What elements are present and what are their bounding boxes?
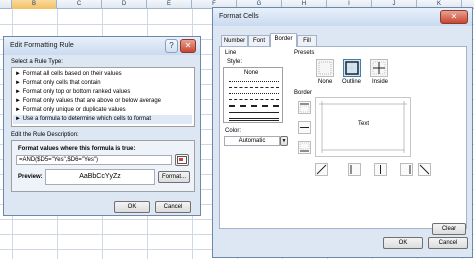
border-right-button[interactable] xyxy=(400,163,413,176)
tab-number[interactable]: Number xyxy=(221,35,248,46)
rule-type-item[interactable]: ► Format only cells that contain xyxy=(15,79,191,88)
rule-type-item[interactable]: ► Format only top or bottom ranked value… xyxy=(15,88,191,97)
border-top-button[interactable] xyxy=(298,101,311,114)
cancel-button[interactable]: Cancel xyxy=(428,237,468,249)
close-icon[interactable]: ✕ xyxy=(440,10,468,24)
rule-type-item-selected[interactable]: ► Use a formula to determine which cells… xyxy=(13,115,192,124)
line-group-label: Line xyxy=(225,50,237,56)
color-select[interactable]: Automatic xyxy=(224,136,280,146)
dialog-titlebar[interactable]: Format Cells ✕ xyxy=(213,8,472,26)
preset-outline-label: Outline xyxy=(342,79,362,85)
column-header[interactable]: D xyxy=(102,0,147,9)
preset-inside-label: Inside xyxy=(372,79,389,85)
clear-button[interactable]: Clear xyxy=(432,223,466,235)
color-label: Color: xyxy=(225,128,242,134)
format-cells-dialog: Format Cells ✕ Number Font Border Fill L… xyxy=(212,7,473,258)
dialog-title: Edit Formatting Rule xyxy=(10,42,74,49)
preset-none-label: None xyxy=(318,79,333,85)
line-style-option[interactable] xyxy=(229,87,279,88)
column-header[interactable]: B xyxy=(12,0,57,9)
tab-border[interactable]: Border xyxy=(270,33,297,47)
line-style-option[interactable] xyxy=(229,81,279,82)
rule-type-item[interactable]: ► Format only unique or duplicate values xyxy=(15,106,191,115)
help-icon[interactable]: ? xyxy=(165,39,178,53)
line-style-none[interactable]: None xyxy=(244,70,258,76)
line-style-option[interactable] xyxy=(229,93,279,94)
edit-formatting-rule-dialog: Edit Formatting Rule ? ✕ Select a Rule T… xyxy=(3,36,201,216)
ok-button[interactable]: OK xyxy=(383,237,423,249)
rule-description-label: Edit the Rule Description: xyxy=(11,132,79,138)
ok-button[interactable]: OK xyxy=(114,201,150,213)
dialog-titlebar[interactable]: Edit Formatting Rule ? ✕ xyxy=(4,37,200,55)
formula-input[interactable]: =AND($D5="Yes",$D6="Yes") xyxy=(16,155,172,165)
line-style-option[interactable] xyxy=(229,99,279,100)
border-bottom-button[interactable] xyxy=(298,141,311,154)
close-icon[interactable]: ✕ xyxy=(180,39,196,53)
border-left-button[interactable] xyxy=(348,163,361,176)
line-style-option[interactable] xyxy=(229,112,279,113)
corner-select-all[interactable] xyxy=(0,0,12,9)
border-preview[interactable]: Text xyxy=(315,97,411,157)
rule-type-item[interactable]: ► Format all cells based on their values xyxy=(15,70,191,79)
column-header[interactable]: E xyxy=(147,0,192,9)
border-label: Border xyxy=(294,90,313,96)
line-style-option[interactable] xyxy=(229,118,279,121)
tab-fill[interactable]: Fill xyxy=(297,35,317,46)
dialog-title: Format Cells xyxy=(219,13,259,20)
format-preview: AaBbCcYyZz xyxy=(45,169,155,185)
preset-none-button[interactable] xyxy=(316,59,334,77)
select-rule-type-label: Select a Rule Type: xyxy=(11,59,63,65)
line-style-list[interactable]: None xyxy=(223,67,283,123)
rule-description-panel: Format values where this formula is true… xyxy=(11,140,195,192)
border-diagonal-down-button[interactable] xyxy=(418,163,431,176)
column-header[interactable]: C xyxy=(57,0,102,9)
chevron-down-icon[interactable]: ▼ xyxy=(280,136,288,146)
border-diagonal-up-button[interactable] xyxy=(315,163,328,176)
formula-label: Format values where this formula is true… xyxy=(18,146,136,152)
rule-type-item[interactable]: ► Format only values that are above or b… xyxy=(15,97,191,106)
preset-inside-button[interactable] xyxy=(370,59,388,77)
rule-type-list[interactable]: ► Format all cells based on their values… xyxy=(11,67,195,127)
preview-label: Preview: xyxy=(18,174,43,180)
border-tab-panel: Line Style: None Color: Automatic ▼ Pres… xyxy=(219,46,467,235)
format-button[interactable]: Format... xyxy=(158,171,190,183)
style-label: Style: xyxy=(227,59,243,65)
range-select-icon[interactable] xyxy=(175,154,189,166)
preset-outline-button[interactable] xyxy=(343,59,361,77)
tab-font[interactable]: Font xyxy=(248,35,270,46)
border-preview-text: Text xyxy=(358,121,370,127)
line-style-option[interactable] xyxy=(229,105,279,107)
cancel-button[interactable]: Cancel xyxy=(155,201,191,213)
presets-label: Presets xyxy=(294,50,315,56)
border-center-button[interactable] xyxy=(374,163,387,176)
border-middle-button[interactable] xyxy=(298,121,311,134)
